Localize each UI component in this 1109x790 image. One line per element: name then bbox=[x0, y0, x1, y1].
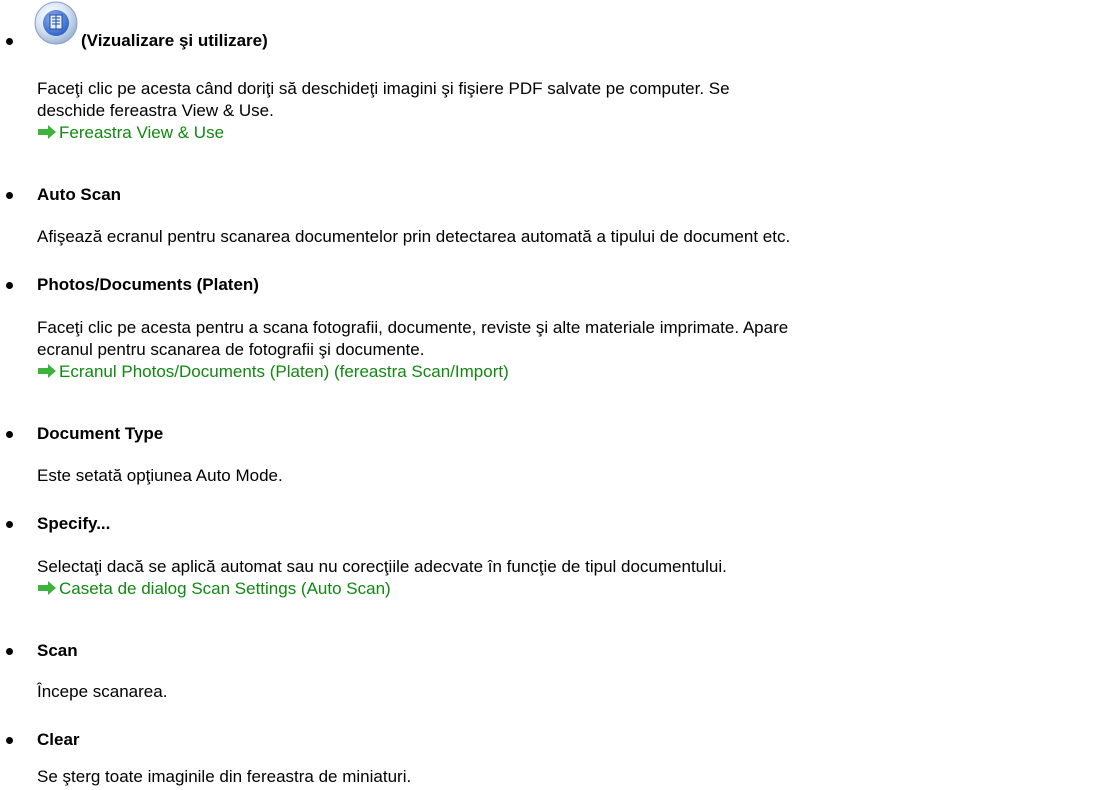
item-description-line: ecranul pentru scanarea de fotografii şi… bbox=[37, 340, 425, 359]
bullet bbox=[6, 431, 13, 438]
arrow-right-icon bbox=[37, 364, 57, 378]
item-title: Photos/Documents (Platen) bbox=[37, 275, 259, 294]
link-photos-documents-screen[interactable]: Ecranul Photos/Documents (Platen) (ferea… bbox=[37, 361, 509, 383]
link-label: Fereastra View & Use bbox=[59, 123, 225, 142]
bullet bbox=[6, 737, 13, 744]
item-title: Document Type bbox=[37, 424, 164, 443]
item-description-line: Selectaţi dacă se aplică automat sau nu … bbox=[37, 557, 727, 576]
bullet bbox=[6, 521, 13, 528]
item-description-line: Începe scanarea. bbox=[37, 682, 168, 701]
arrow-right-icon bbox=[37, 125, 57, 139]
link-view-and-use-window[interactable]: Fereastra View & Use bbox=[37, 122, 224, 144]
item-description-line: Faceţi clic pe acesta pentru a scana fot… bbox=[37, 318, 789, 337]
item-description-line: Faceţi clic pe acesta când doriţi să des… bbox=[37, 79, 730, 98]
view-and-use-icon bbox=[33, 0, 79, 46]
arrow-right-icon bbox=[37, 581, 57, 595]
bullet bbox=[6, 38, 13, 45]
bullet bbox=[6, 648, 13, 655]
item-description-line: deschide fereastra View & Use. bbox=[37, 101, 274, 120]
item-title: Auto Scan bbox=[37, 185, 122, 204]
item-title: (Vizualizare şi utilizare) bbox=[81, 31, 268, 50]
link-label: Caseta de dialog Scan Settings (Auto Sca… bbox=[59, 579, 391, 598]
item-title: Scan bbox=[37, 641, 78, 660]
item-title: Specify... bbox=[37, 514, 111, 533]
help-page: (Vizualizare şi utilizare) Faceţi clic p… bbox=[0, 0, 1109, 790]
link-label: Ecranul Photos/Documents (Platen) (ferea… bbox=[59, 362, 509, 381]
item-description-line: Se şterg toate imaginile din fereastra d… bbox=[37, 767, 412, 786]
link-scan-settings-dialog[interactable]: Caseta de dialog Scan Settings (Auto Sca… bbox=[37, 578, 391, 600]
item-title: Clear bbox=[37, 730, 80, 749]
bullet bbox=[6, 192, 13, 199]
bullet bbox=[6, 282, 13, 289]
item-description-line: Este setată opţiunea Auto Mode. bbox=[37, 466, 283, 485]
item-description-line: Afişează ecranul pentru scanarea documen… bbox=[37, 227, 791, 246]
